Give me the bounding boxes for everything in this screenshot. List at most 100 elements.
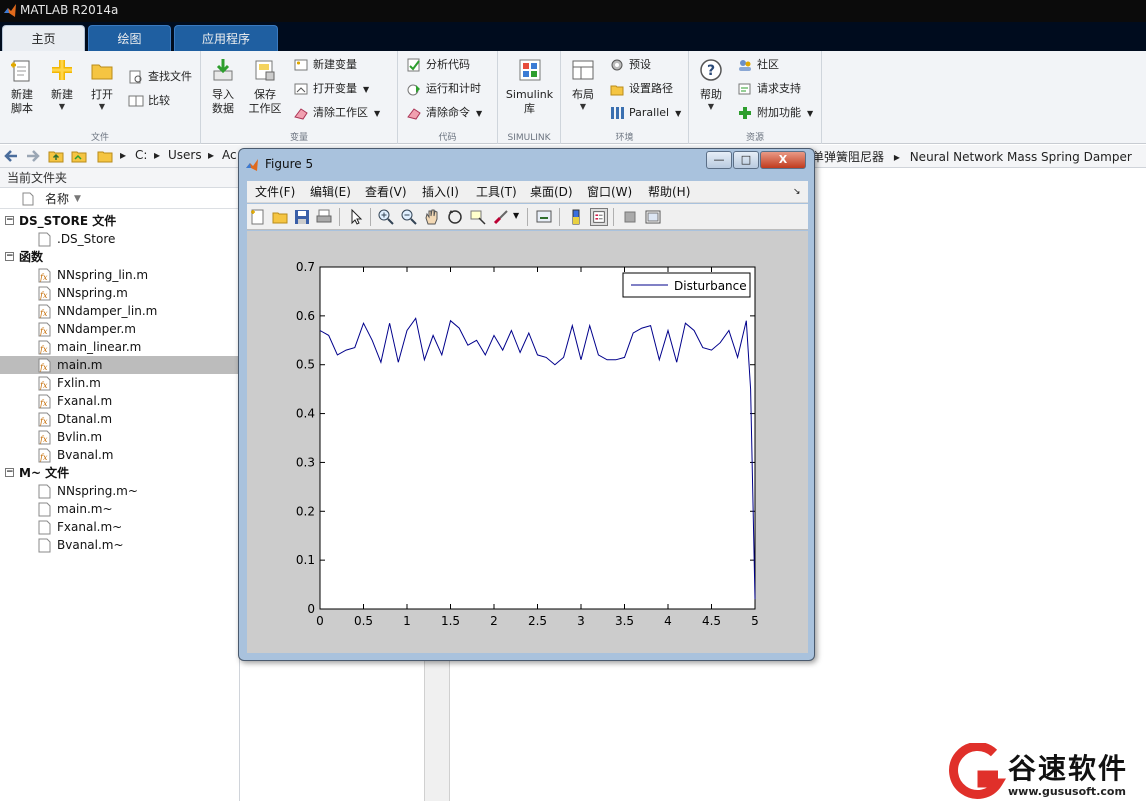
y-tick-label: 0: [307, 602, 315, 616]
menu-desktop[interactable]: 桌面(D): [530, 181, 573, 203]
clear-commands-button[interactable]: 清除命令 ▼: [406, 103, 482, 123]
file-list-item[interactable]: Bvanal.m~: [0, 536, 240, 554]
menu-view[interactable]: 查看(V): [365, 181, 407, 203]
file-name: main_linear.m: [57, 340, 142, 354]
save-icon[interactable]: [293, 208, 311, 226]
file-list-item[interactable]: fx NNspring_lin.m: [0, 266, 240, 284]
open-button[interactable]: 打开 ▼: [83, 57, 121, 112]
new-variable-button[interactable]: 新建变量: [293, 55, 357, 75]
function-file-icon: fx: [38, 304, 51, 319]
chevron-down-icon: ▼: [58, 102, 66, 111]
file-list-item[interactable]: fx Bvanal.m: [0, 446, 240, 464]
file-list-item[interactable]: NNspring.m~: [0, 482, 240, 500]
find-files-button[interactable]: 查找文件: [128, 67, 192, 87]
chevron-down-icon: ▼: [675, 109, 682, 118]
browse-folder-icon[interactable]: [71, 149, 87, 163]
save-workspace-button[interactable]: 保存 工作区: [246, 57, 284, 116]
file-name: Fxlin.m: [57, 376, 101, 390]
chevron-down-icon[interactable]: ▼: [513, 211, 519, 220]
file-list-item[interactable]: fx NNdamper_lin.m: [0, 302, 240, 320]
forward-arrow-icon[interactable]: [25, 149, 41, 163]
file-list-item[interactable]: fx NNdamper.m: [0, 320, 240, 338]
maximize-button[interactable]: □: [733, 151, 759, 169]
clear-workspace-button[interactable]: 清除工作区 ▼: [293, 103, 380, 123]
analyze-code-button[interactable]: 分析代码: [406, 55, 470, 75]
menu-help[interactable]: 帮助(H): [648, 181, 690, 203]
zoom-out-icon[interactable]: [400, 208, 418, 226]
file-list-item[interactable]: fx Fxanal.m: [0, 392, 240, 410]
file-list-item[interactable]: fx Dtanal.m: [0, 410, 240, 428]
collapse-icon[interactable]: −: [5, 468, 14, 477]
rotate-3d-icon[interactable]: [446, 208, 464, 226]
menu-file[interactable]: 文件(F): [255, 181, 295, 203]
file-list-item[interactable]: Fxanal.m~: [0, 518, 240, 536]
help-label: 帮助: [700, 88, 722, 101]
tab-apps[interactable]: 应用程序: [174, 25, 278, 51]
band-file-label: 文件: [90, 133, 109, 143]
request-support-button[interactable]: 请求支持: [737, 79, 801, 99]
panel-splitter[interactable]: [424, 660, 450, 801]
open-file-icon[interactable]: [271, 208, 289, 226]
breadcrumb-partial[interactable]: Ac: [222, 148, 237, 162]
menu-insert[interactable]: 插入(I): [422, 181, 459, 203]
back-arrow-icon[interactable]: [3, 149, 19, 163]
file-list-item[interactable]: fx Fxlin.m: [0, 374, 240, 392]
hide-plot-tools-icon[interactable]: [621, 208, 639, 226]
simulink-library-button[interactable]: Simulink 库: [502, 57, 557, 116]
tab-plots[interactable]: 绘图: [88, 25, 171, 51]
folder-group-header[interactable]: − 函数: [0, 248, 240, 266]
close-button[interactable]: X: [760, 151, 806, 169]
collapse-icon[interactable]: −: [5, 216, 14, 225]
brush-icon[interactable]: [492, 208, 510, 226]
file-list-item[interactable]: fx Bvlin.m: [0, 428, 240, 446]
folder-group-header[interactable]: − DS_STORE 文件: [0, 212, 240, 230]
breadcrumb-users[interactable]: Users: [168, 148, 202, 162]
menu-edit[interactable]: 编辑(E): [310, 181, 351, 203]
band-file: 新建 脚本 新建 ▼ 打开 ▼ 查找文件 比较 文件: [0, 51, 201, 144]
name-column-header[interactable]: 名称 ▼: [0, 189, 240, 209]
zoom-in-icon[interactable]: [377, 208, 395, 226]
folder-group-header[interactable]: − M~ 文件: [0, 464, 240, 482]
collapse-icon[interactable]: −: [5, 252, 14, 261]
show-plot-tools-icon[interactable]: [644, 208, 662, 226]
breadcrumb-drive[interactable]: C:: [135, 148, 147, 162]
breadcrumb-folder[interactable]: 单弹簧阻尼器: [812, 150, 884, 164]
import-data-button[interactable]: 导入 数据: [204, 57, 242, 116]
print-icon[interactable]: [315, 208, 333, 226]
tab-home[interactable]: 主页: [2, 25, 85, 51]
open-variable-button[interactable]: 打开变量 ▼: [293, 79, 369, 99]
new-figure-icon[interactable]: [249, 208, 267, 226]
preferences-button[interactable]: 预设: [609, 55, 651, 75]
file-list-item[interactable]: .DS_Store: [0, 230, 240, 248]
help-button[interactable]: ? 帮助 ▼: [692, 57, 730, 112]
set-path-button[interactable]: 设置路径: [609, 79, 673, 99]
folder-icon: [91, 64, 113, 80]
legend-icon[interactable]: [590, 208, 608, 226]
layout-button[interactable]: 布局 ▼: [564, 57, 602, 112]
up-folder-icon[interactable]: [48, 149, 64, 163]
new-button[interactable]: 新建 ▼: [43, 57, 81, 112]
file-list-item[interactable]: fx main.m: [0, 356, 240, 374]
file-list-item[interactable]: fx main_linear.m: [0, 338, 240, 356]
community-button[interactable]: 社区: [737, 55, 779, 75]
file-list-item[interactable]: main.m~: [0, 500, 240, 518]
compare-button[interactable]: 比较: [128, 91, 170, 111]
colorbar-icon[interactable]: [567, 208, 585, 226]
data-cursor-icon[interactable]: [469, 208, 487, 226]
menu-tools[interactable]: 工具(T): [476, 181, 517, 203]
svg-text:fx: fx: [39, 399, 48, 408]
parallel-button[interactable]: Parallel ▼: [609, 103, 681, 123]
name-column-label: 名称: [45, 192, 70, 206]
file-list-item[interactable]: fx NNspring.m: [0, 284, 240, 302]
breadcrumb-current-folder[interactable]: Neural Network Mass Spring Damper: [910, 150, 1132, 164]
new-script-button[interactable]: 新建 脚本: [3, 57, 41, 116]
menu-window[interactable]: 窗口(W): [587, 181, 632, 203]
addons-button[interactable]: 附加功能 ▼: [737, 103, 813, 123]
line-chart[interactable]: 0 0.5 1 1.5 2 2.5 3 3.5 4 4.5 5 0 0.1 0.2 0.3 0.4 0.5 0.6…: [247, 231, 808, 653]
minimize-button[interactable]: —: [706, 151, 732, 169]
run-and-time-button[interactable]: 运行和计时: [406, 79, 481, 99]
dock-arrow-icon[interactable]: ↘: [793, 181, 801, 203]
pan-hand-icon[interactable]: [423, 208, 441, 226]
link-plot-icon[interactable]: [535, 208, 553, 226]
pointer-icon[interactable]: [347, 208, 365, 226]
